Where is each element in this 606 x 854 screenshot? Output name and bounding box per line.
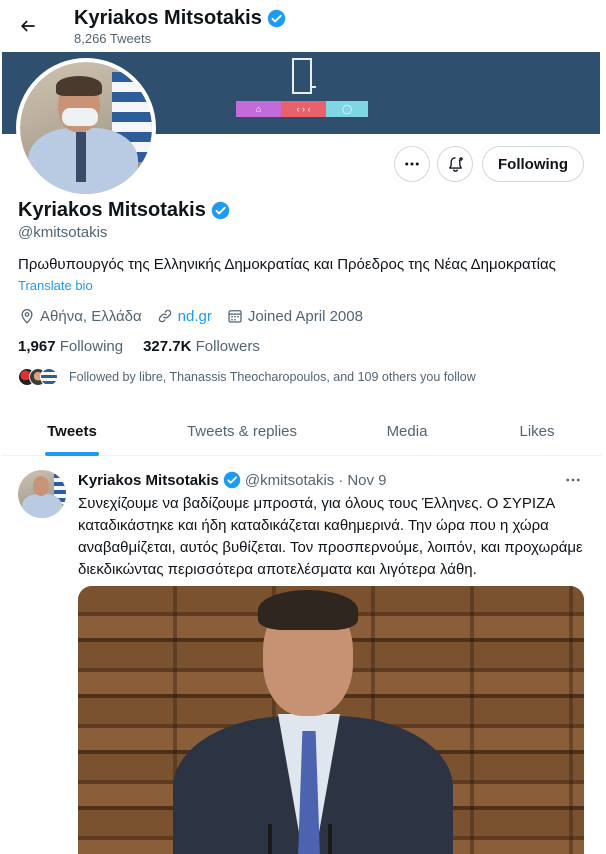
tab-tweets-replies[interactable]: Tweets & replies	[142, 408, 342, 454]
profile-name: Kyriakos Mitsotakis	[18, 199, 230, 222]
calendar-icon	[228, 310, 242, 323]
tweet-count: 8,266 Tweets	[74, 31, 152, 46]
more-icon	[566, 478, 580, 482]
tab-tweets-label: Tweets	[47, 422, 97, 440]
tab-media-label: Media	[386, 422, 428, 440]
tweet-author-name[interactable]: Kyriakos Mitsotakis	[78, 472, 219, 489]
back-button[interactable]	[14, 12, 42, 40]
link-icon	[158, 309, 171, 323]
following-stat-label: Following	[59, 338, 124, 355]
tab-tweets[interactable]: Tweets	[2, 408, 142, 456]
tab-likes[interactable]: Likes	[472, 408, 602, 454]
followed-by[interactable]: Followed by libre, Thanassis Theocharopo…	[18, 368, 476, 386]
followers-count: 327.7K	[143, 338, 192, 355]
website-item: nd.gr	[156, 307, 212, 325]
tweet-date[interactable]: Nov 9	[347, 472, 386, 489]
profile-tabs: Tweets Tweets & replies Media Likes	[2, 408, 602, 456]
followed-by-avatars	[18, 368, 58, 386]
followers-stat-label: Followers	[195, 338, 260, 355]
profile-avatar[interactable]	[16, 58, 156, 198]
joined-text: Joined April 2008	[247, 307, 363, 325]
header-name-text: Kyriakos Mitsotakis	[74, 7, 262, 29]
followed-by-text: Followed by libre, Thanassis Theocharopo…	[69, 370, 476, 384]
notifications-button[interactable]	[437, 146, 473, 182]
location-item: Αθήνα, Ελλάδα	[18, 307, 142, 325]
tweet-text: Συνεχίζουμε να βαδίζουμε μπροστά, για όλ…	[78, 495, 583, 578]
back-arrow-icon	[20, 20, 35, 32]
more-button[interactable]	[394, 146, 430, 182]
banner-strip-red: ‹ › ‹	[281, 101, 326, 117]
avatar-tie	[76, 132, 86, 182]
active-tab-indicator	[45, 452, 99, 456]
follower-avatar	[40, 368, 58, 386]
verified-badge-icon	[223, 471, 241, 489]
profile-header: Kyriakos Mitsotakis 8,266 Tweets	[0, 0, 606, 52]
banner-door-graphic	[292, 58, 316, 94]
media-microphone	[328, 824, 332, 854]
followers-stat[interactable]: 327.7K Followers	[143, 338, 260, 355]
website-link[interactable]: nd.gr	[178, 308, 212, 325]
location-icon	[21, 309, 33, 324]
verified-badge-icon	[211, 201, 230, 220]
avatar-hair	[56, 76, 102, 96]
tab-likes-label: Likes	[519, 422, 555, 440]
tweet-avatar[interactable]	[18, 470, 66, 518]
avatar-mask	[62, 108, 98, 126]
profile-meta: Αθήνα, Ελλάδα nd.gr Joined April 2008	[18, 306, 377, 326]
tweet-author-handle[interactable]: @kmitsotakis	[245, 472, 334, 489]
following-count: 1,967	[18, 338, 56, 355]
tweet[interactable]: Kyriakos Mitsotakis @kmitsotakis · Nov 9…	[2, 458, 602, 854]
tab-tweets-replies-label: Tweets & replies	[186, 422, 298, 440]
tweet-avatar-body	[22, 494, 62, 518]
verified-badge-icon	[267, 9, 286, 28]
follow-stats: 1,967 Following 327.7K Followers	[18, 338, 280, 355]
profile-bio: Πρωθυπουργός της Ελληνικής Δημοκρατίας κ…	[18, 256, 556, 273]
header-title: Kyriakos Mitsotakis	[74, 7, 286, 30]
notification-bell-icon	[448, 156, 463, 172]
tweet-avatar-head	[33, 476, 49, 496]
media-person-hair	[258, 590, 358, 630]
following-button[interactable]: Following	[482, 146, 584, 182]
profile-handle: @kmitsotakis	[18, 224, 108, 241]
tweet-media-image[interactable]	[78, 586, 584, 854]
tweet-more-button[interactable]	[562, 470, 584, 490]
banner-strip-pink: ⌂	[236, 101, 281, 117]
location-text: Αθήνα, Ελλάδα	[40, 307, 142, 325]
media-microphone	[268, 824, 272, 854]
tab-media[interactable]: Media	[342, 408, 472, 454]
joined-item: Joined April 2008	[226, 307, 363, 325]
following-stat[interactable]: 1,967 Following	[18, 338, 123, 355]
tweet-separator-dot: ·	[338, 471, 344, 489]
avatar-photo	[20, 62, 152, 194]
banner-strip-cyan: ◯	[326, 101, 368, 117]
tweet-header: Kyriakos Mitsotakis @kmitsotakis · Nov 9	[78, 471, 387, 489]
more-icon	[405, 162, 419, 166]
profile-name-text: Kyriakos Mitsotakis	[18, 199, 206, 221]
translate-bio-link[interactable]: Translate bio	[18, 278, 93, 293]
